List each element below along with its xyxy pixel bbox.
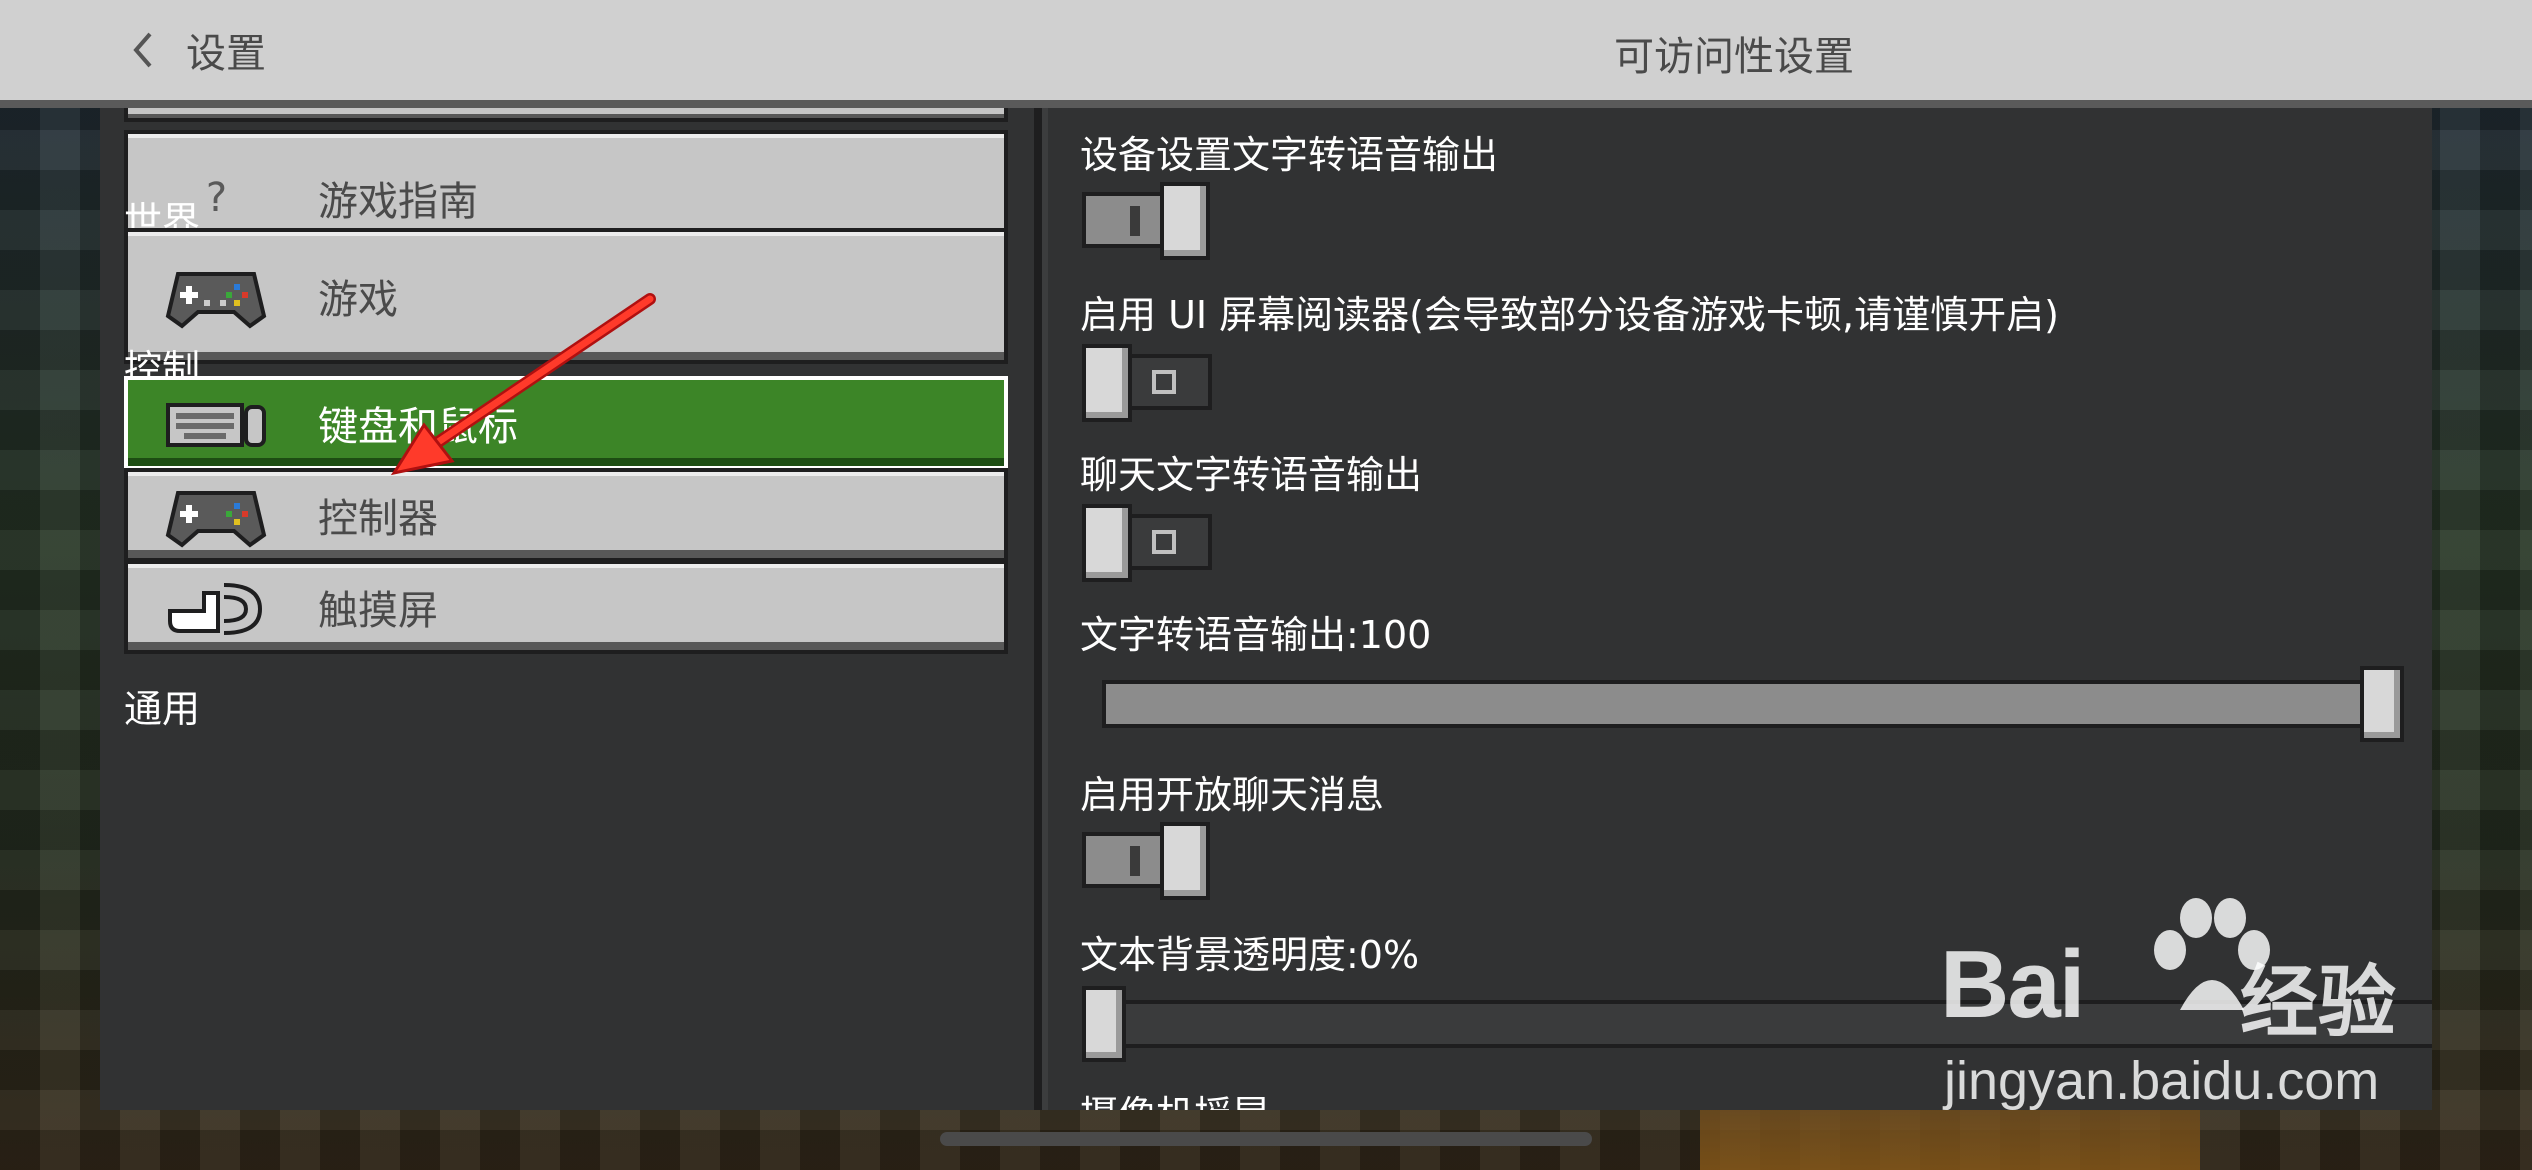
toggle-knob [1082,344,1132,422]
camera-shake-label: 摄像机摇晃 [1080,1084,1270,1110]
chevron-left-icon [133,32,152,68]
gamepad-icon [162,256,270,336]
section-title-general: 通用 [124,687,201,731]
sidebar-item-label: 游戏 [318,277,398,323]
ui-reader-toggle[interactable] [1082,344,1212,422]
slider-thumb[interactable] [1082,986,1126,1062]
gamepad-icon [162,475,270,555]
chat-tts-toggle[interactable] [1082,504,1212,582]
toggle-knob [1082,504,1132,582]
sidebar-item-label: 键盘和鼠标 [318,404,518,450]
home-indicator[interactable] [940,1132,1592,1146]
sidebar-item-controller[interactable]: 控制器 [124,468,1008,562]
keyboard-mouse-icon [162,383,270,463]
sidebar-item-label: 游戏指南 [318,179,478,225]
settings-sidebar[interactable]: ? 游戏指南 世界 游戏 控制 键盘和鼠标 控制器 触摸屏 通用 [100,108,1042,1110]
chat-tts-label: 聊天文字转语音输出 [1080,453,1423,497]
device-tts-toggle[interactable] [1082,182,1210,260]
sidebar-item-partial[interactable] [124,108,1008,122]
slider-fill [1106,684,2386,724]
device-tts-label: 设备设置文字转语音输出 [1080,133,1499,177]
panel-divider [1034,108,1042,1110]
back-button[interactable]: 设置 [130,22,266,78]
tts-volume-slider[interactable] [1102,666,2404,742]
toggle-knob [1160,182,1210,260]
toggle-knob [1160,822,1210,900]
back-label: 设置 [186,31,266,77]
page-title: 可访问性设置 [1614,34,1854,80]
baidu-jingyan-watermark: Bai 经验 jingyan.baidu.com [1940,898,2440,1120]
tts-volume-label: 文字转语音输出:100 [1080,613,1432,657]
slider-thumb[interactable] [2360,666,2404,742]
ui-reader-label: 启用 UI 屏幕阅读器(会导致部分设备游戏卡顿,请谨慎开启) [1080,293,2059,337]
watermark-brand-tail: 经验 [2240,958,2397,1048]
sidebar-item-label: 触摸屏 [318,588,438,634]
top-bar: 设置 可访问性设置 [0,0,2532,108]
sidebar-item-label: 控制器 [318,496,438,542]
open-chat-toggle[interactable] [1082,822,1210,900]
sidebar-item-game[interactable]: 游戏 [124,228,1008,364]
watermark-brand: Bai [1940,931,2085,1038]
sidebar-item-keyboard-mouse[interactable]: 键盘和鼠标 [124,376,1008,470]
open-chat-label: 启用开放聊天消息 [1080,773,1385,817]
watermark-url: jingyan.baidu.com [1944,1051,2380,1111]
sidebar-item-touch[interactable]: 触摸屏 [124,560,1008,654]
text-bg-opacity-label: 文本背景透明度:0% [1080,933,1420,977]
touch-icon [162,567,270,647]
